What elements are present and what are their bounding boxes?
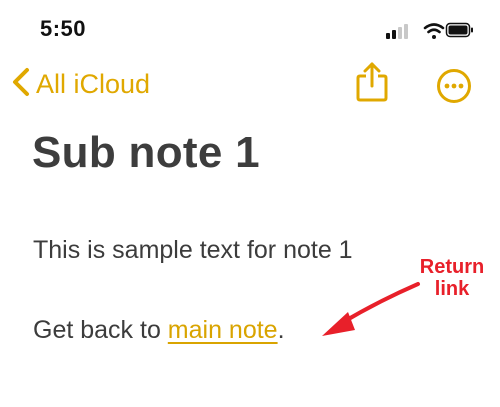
- note-body-line[interactable]: This is sample text for note 1: [33, 236, 353, 265]
- back-label: All iCloud: [36, 69, 151, 99]
- battery-icon: [445, 22, 473, 38]
- share-button[interactable]: [354, 60, 390, 109]
- share-icon: [354, 62, 390, 108]
- chevron-left-icon: [10, 66, 32, 103]
- status-icons: [384, 20, 474, 40]
- link-suffix: .: [277, 316, 285, 344]
- annotation-arrow-icon: [322, 282, 420, 336]
- note-link-line[interactable]: Get back to main note.: [33, 316, 285, 345]
- status-icons-svg: [386, 22, 473, 39]
- ellipsis-circle-icon: [436, 69, 472, 108]
- more-button[interactable]: [436, 68, 472, 109]
- link-prefix: Get back to: [33, 316, 168, 344]
- status-time: 5:50: [40, 16, 87, 41]
- note-title[interactable]: Sub note 1: [32, 128, 260, 178]
- wifi-icon: [423, 23, 445, 39]
- annotation-line1: Return: [419, 256, 485, 278]
- cellular-signal-icon: [386, 24, 408, 39]
- main-note-link[interactable]: main note: [168, 316, 278, 344]
- back-button[interactable]: All iCloud: [10, 66, 150, 103]
